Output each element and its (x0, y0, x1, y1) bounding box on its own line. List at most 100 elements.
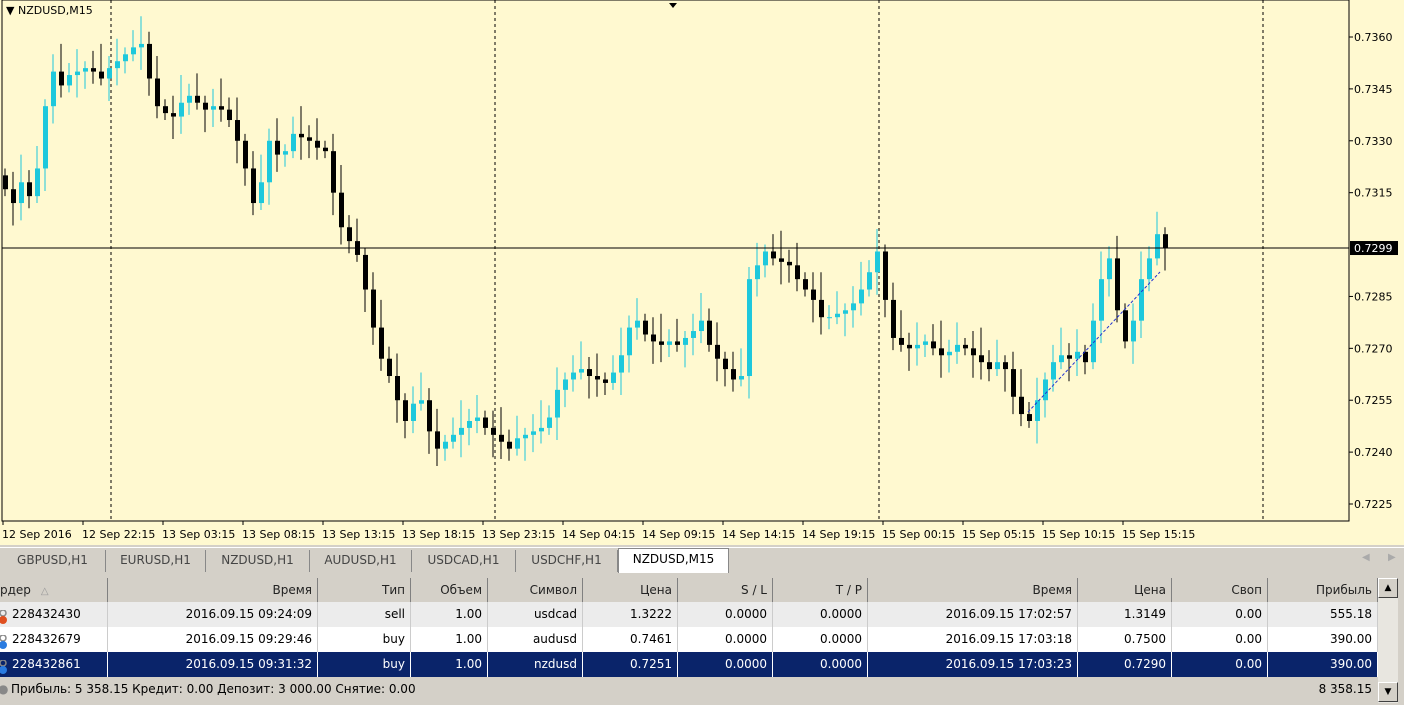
table-cell: audusd (488, 627, 583, 652)
table-row[interactable]: 228432679 2016.09.15 09:29:46 buy 1.00 audus… (0, 627, 1378, 652)
bull-candle (1043, 379, 1048, 401)
scroll-up-icon[interactable]: ▲ (1378, 578, 1398, 598)
current-price-label: 0.7299 (1354, 242, 1393, 255)
bull-candle (691, 331, 696, 338)
price-tick-label: 0.7270 (1354, 342, 1393, 355)
bull-candle (19, 182, 24, 204)
bear-candle (507, 441, 512, 449)
bull-candle (51, 71, 56, 107)
table-row[interactable]: 228432861 2016.09.15 09:31:32 buy 1.00 nzdus… (0, 652, 1378, 677)
tab-audusd-h1[interactable]: AUDUSD,H1 (310, 550, 412, 572)
price-tick-label: 0.7240 (1354, 446, 1393, 459)
bear-candle (275, 140, 280, 155)
bear-candle (987, 362, 992, 370)
price-tick-label: 0.7225 (1354, 498, 1393, 511)
bull-candle (763, 251, 768, 266)
column-header[interactable]: рдер △ (0, 578, 108, 603)
tab-usdcad-h1[interactable]: USDCAD,H1 (412, 550, 516, 572)
tab-nzdusd-m15[interactable]: NZDUSD,M15 (618, 548, 729, 573)
bull-candle (955, 344, 960, 352)
table-cell: 0.00 (1172, 627, 1268, 652)
column-header[interactable]: Цена (583, 578, 678, 603)
bull-candle (291, 133, 296, 152)
tab-scroll-right-icon[interactable]: ▶ (1388, 552, 1396, 563)
table-cell: 228432679 (0, 627, 108, 652)
table-cell: buy (318, 627, 411, 652)
bear-candle (403, 400, 408, 421)
bear-candle (331, 151, 336, 193)
bear-candle (779, 258, 784, 262)
bear-candle (315, 140, 320, 148)
bear-candle (395, 376, 400, 401)
table-cell: 390.00 (1268, 652, 1378, 677)
column-header[interactable]: Объем (411, 578, 488, 603)
bear-candle (379, 327, 384, 359)
tab-usdchf-h1[interactable]: USDCHF,H1 (516, 550, 618, 572)
time-tick-label: 15 Sep 10:15 (1042, 528, 1115, 541)
bull-candle (995, 362, 1000, 370)
bull-candle (1131, 320, 1136, 342)
price-tick-label: 0.7360 (1354, 31, 1393, 44)
price-tick-label: 0.7345 (1354, 83, 1393, 96)
bear-candle (371, 289, 376, 328)
bull-candle (75, 71, 80, 76)
bull-candle (619, 355, 624, 373)
bear-candle (11, 189, 16, 204)
summary-icon: ● (0, 682, 9, 696)
price-chart[interactable]: 0.7299 0.7360 0.7345 0.7330 0.7315 0.7285 0.72… (0, 0, 1404, 545)
bear-candle (1123, 310, 1128, 342)
table-cell: 1.00 (411, 652, 488, 677)
bear-candle (435, 431, 440, 449)
table-cell: 2016.09.15 09:24:09 (108, 602, 318, 627)
column-header[interactable]: Цена (1078, 578, 1172, 603)
table-header: рдер △ Время Тип Объем Символ Цена S / LT / P Вр… (0, 578, 1378, 603)
bull-candle (547, 417, 552, 428)
column-header[interactable]: S / L (678, 578, 773, 603)
time-tick-label: 13 Sep 13:15 (322, 528, 395, 541)
table-scrollbar[interactable]: ▲ ▼ (1378, 578, 1398, 703)
table-cell: 1.3222 (583, 602, 678, 627)
bear-candle (707, 320, 712, 345)
table-cell: 2016.09.15 09:31:32 (108, 652, 318, 677)
bear-candle (427, 400, 432, 432)
column-header[interactable]: Время (868, 578, 1078, 603)
column-header[interactable]: Время (108, 578, 318, 603)
bull-candle (419, 400, 424, 404)
time-tick-label: 14 Sep 04:15 (562, 528, 635, 541)
bear-candle (323, 147, 328, 152)
table-cell: 2016.09.15 17:03:23 (868, 652, 1078, 677)
order-id: 228432679 (12, 632, 81, 646)
price-tick-label: 0.7285 (1354, 290, 1393, 303)
tab-nzdusd-h1[interactable]: NZDUSD,H1 (206, 550, 310, 572)
tab-eurusd-h1[interactable]: EURUSD,H1 (106, 550, 206, 572)
column-header[interactable]: Символ (488, 578, 583, 603)
bear-candle (979, 355, 984, 363)
bear-candle (595, 376, 600, 380)
chart-canvas[interactable]: 0.7299 0.7360 0.7345 0.7330 0.7315 0.7285 0.72… (0, 0, 1404, 545)
bull-candle (107, 68, 112, 79)
table-cell: 228432861 (0, 652, 108, 677)
time-tick-label: 13 Sep 03:15 (162, 528, 235, 541)
tab-scroll-left-icon[interactable]: ◀ (1362, 552, 1370, 563)
column-header[interactable]: Своп (1172, 578, 1268, 603)
bear-candle (251, 168, 256, 204)
bear-candle (91, 68, 96, 72)
sort-ascending-icon: △ (40, 586, 49, 597)
bull-candle (475, 417, 480, 421)
bear-candle (899, 337, 904, 345)
time-tick-label: 13 Sep 18:15 (402, 528, 475, 541)
column-header[interactable]: T / P (773, 578, 868, 603)
summary-text: Прибыль: 5 358.15 Кредит: 0.00 Депозит: … (11, 682, 416, 696)
dropdown-triangle-icon[interactable]: ▼ (6, 4, 14, 17)
column-header[interactable]: Тип (318, 578, 411, 603)
table-row[interactable]: 228432430 2016.09.15 09:24:09 sell 1.00 usdc… (0, 602, 1378, 627)
scroll-down-icon[interactable]: ▼ (1378, 682, 1398, 702)
tab-gbpusd-h1[interactable]: GBPUSD,H1 (0, 550, 106, 572)
bear-candle (27, 182, 32, 197)
column-header[interactable]: Прибыль (1268, 578, 1378, 603)
bear-candle (163, 106, 168, 114)
bear-candle (363, 254, 368, 290)
bull-candle (259, 182, 264, 204)
bull-candle (1075, 351, 1080, 359)
time-tick-label: 12 Sep 2016 (2, 528, 72, 541)
